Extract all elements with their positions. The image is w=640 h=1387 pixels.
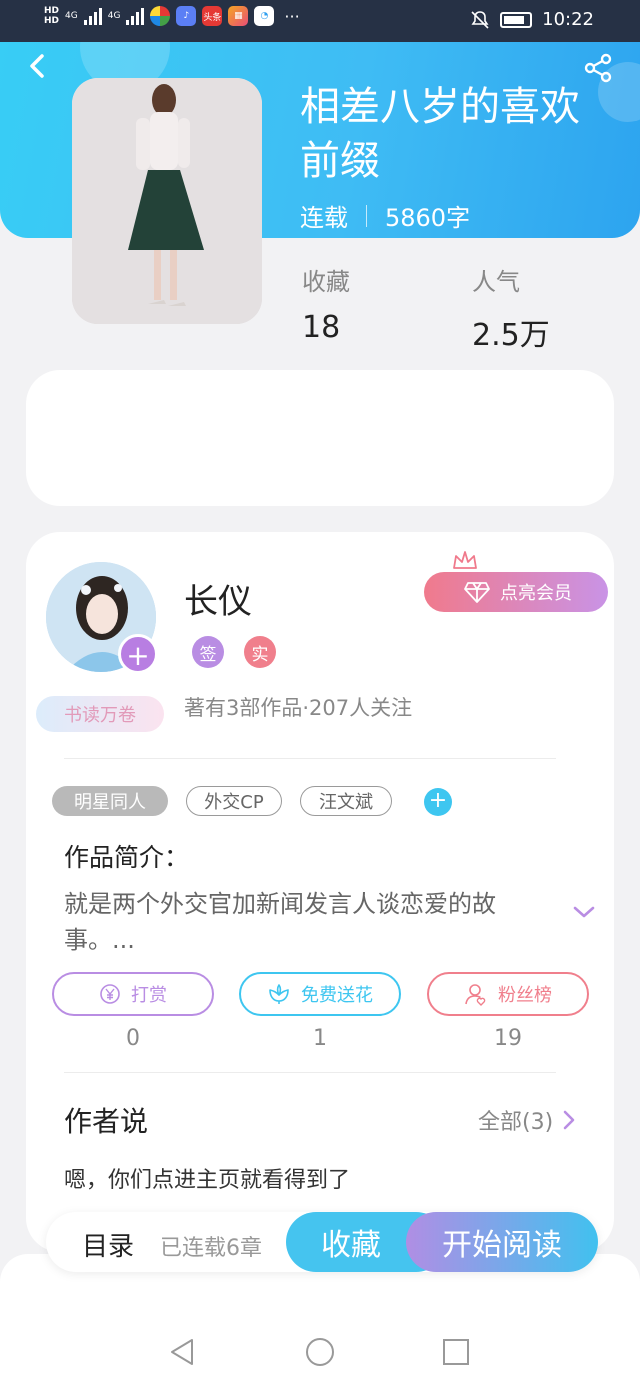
author-says-heading: 作者说 [64, 1105, 149, 1138]
yen-icon [100, 984, 120, 1004]
toutiao-app-icon: 头条 [202, 6, 223, 26]
intro-text[interactable]: 就是两个外交官加新闻发言人谈恋爱的故事。... [64, 886, 564, 958]
music-app-icon: ♪ [176, 6, 197, 26]
book-meta: 连载 5860字 [300, 198, 470, 233]
book-cover[interactable] [72, 78, 262, 324]
battery-icon [500, 11, 533, 28]
tag-item[interactable]: 外交CP [186, 786, 282, 816]
book-title: 相差八岁的喜欢前缀 [300, 84, 580, 184]
fan-ranking-label: 粉丝榜 [498, 985, 552, 1006]
tag-item[interactable]: 明星同人 [52, 786, 168, 816]
author-works-info: 著有3部作品·207人关注 [184, 696, 413, 720]
table-of-contents-button[interactable]: 目录 [82, 1226, 134, 1263]
favorites-label: 收藏 [302, 268, 350, 296]
send-flower-button[interactable]: 免费送花 [239, 972, 401, 1016]
app-grid-icon: ▦ [228, 6, 249, 26]
start-reading-button[interactable]: 开始阅读 [406, 1212, 598, 1272]
share-icon[interactable] [582, 52, 614, 84]
back-arrow-icon[interactable] [24, 52, 52, 80]
network-type-2: 4G [107, 11, 121, 21]
flower-count: 1 [313, 1026, 327, 1051]
bell-muted-icon [471, 10, 489, 29]
clock: 10:22 [542, 9, 594, 30]
vip-button[interactable]: 点亮会员 [424, 572, 608, 612]
chevron-right-icon [563, 1110, 575, 1130]
popularity-label: 人气 [472, 268, 520, 296]
signal-icon-2 [126, 7, 145, 25]
follow-plus-button[interactable]: + [118, 634, 158, 674]
nav-recents-icon[interactable] [440, 1336, 472, 1368]
section-divider [64, 1072, 556, 1073]
chevron-down-icon[interactable] [572, 904, 596, 920]
flower-icon [269, 984, 289, 1004]
add-tag-button[interactable]: + [424, 788, 452, 816]
fans-icon [465, 984, 486, 1006]
section-divider [64, 758, 556, 759]
signal-icon [83, 7, 102, 25]
serial-status: 连载 [300, 204, 348, 232]
search-app-icon: ◔ [254, 6, 275, 26]
vip-button-label: 点亮会员 [500, 583, 572, 604]
view-all-label: 全部(3) [478, 1110, 554, 1135]
favorites-count: 18 [302, 310, 341, 345]
intro-heading: 作品简介： [64, 843, 190, 872]
cover-illustration [72, 78, 262, 324]
network-type-1: 4G [65, 11, 78, 21]
chapter-count: 已连载6章 [160, 1236, 262, 1261]
tip-button[interactable]: 打赏 [52, 972, 214, 1016]
fan-count: 19 [494, 1026, 522, 1051]
tip-label: 打赏 [131, 985, 167, 1006]
fan-ranking-button[interactable]: 粉丝榜 [427, 972, 589, 1016]
verified-badge: 实 [244, 636, 276, 668]
send-flower-label: 免费送花 [301, 985, 373, 1006]
reader-badge: 书读万卷 [36, 696, 164, 732]
popularity-count: 2.5万 [472, 318, 550, 353]
meta-divider [366, 204, 367, 227]
nav-home-icon[interactable] [304, 1336, 336, 1368]
status-bar: HD HD 4G 4G ♪ 头条 ▦ ◔ ··· 10:22 [0, 0, 640, 42]
tag-item[interactable]: 汪文斌 [300, 786, 392, 816]
nav-back-icon[interactable] [166, 1336, 198, 1368]
signed-badge: 签 [192, 636, 224, 668]
crown-icon [453, 551, 477, 569]
app-notification-icon [150, 6, 171, 26]
author-name[interactable]: 长仪 [184, 574, 252, 623]
word-count: 5860字 [385, 204, 471, 232]
hd-indicator: HD HD [44, 6, 60, 26]
empty-card [26, 370, 614, 506]
author-message[interactable]: 嗯，你们点进主页就看得到了 [64, 1162, 350, 1194]
view-all-link[interactable]: 全部(3) [478, 1104, 575, 1136]
diamond-icon [464, 582, 490, 603]
more-notifications: ··· [284, 6, 300, 26]
tip-count: 0 [126, 1026, 140, 1051]
